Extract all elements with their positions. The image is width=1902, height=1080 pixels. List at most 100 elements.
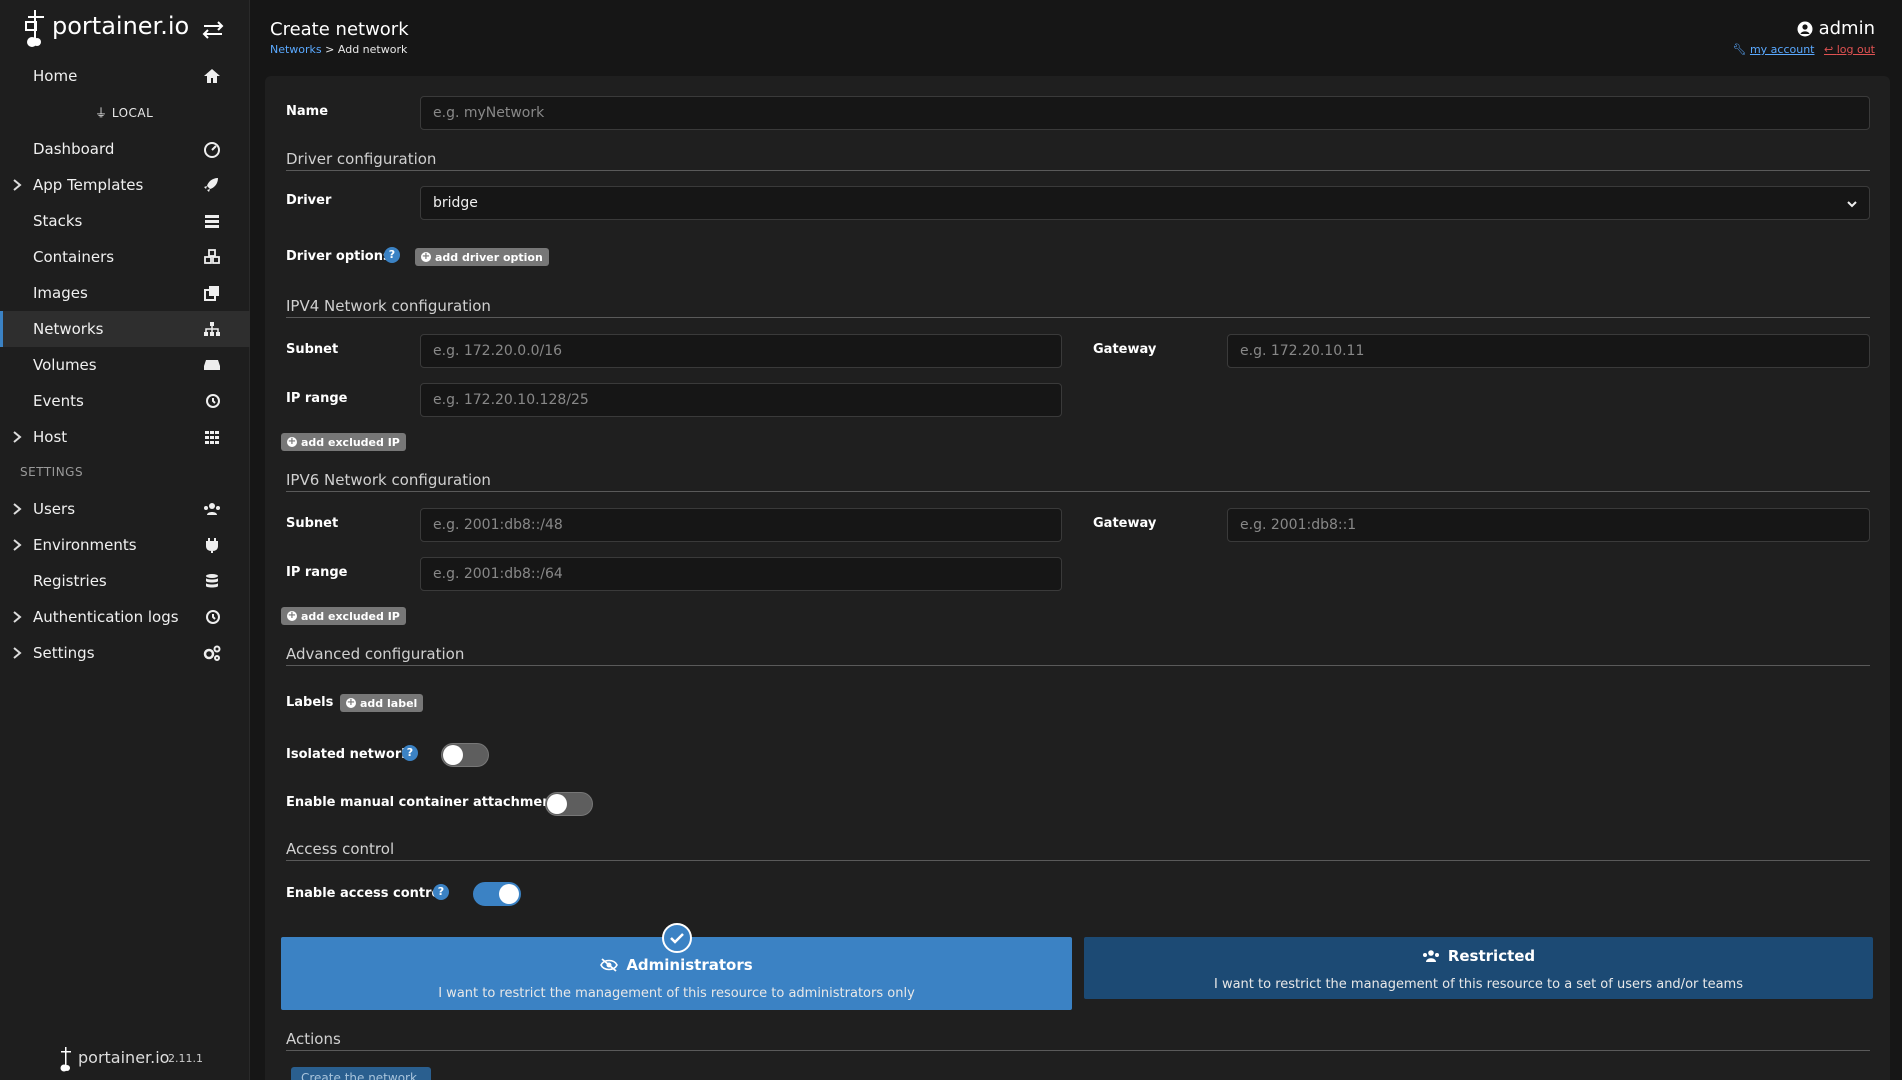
breadcrumb: Networks > Add network bbox=[270, 43, 407, 56]
grid-icon bbox=[205, 431, 219, 444]
sidebar-item-networks[interactable]: Networks bbox=[0, 311, 250, 347]
sidebar-item-app-templates[interactable]: App Templates bbox=[0, 167, 250, 203]
ipv6-subnet-input[interactable] bbox=[420, 508, 1062, 542]
database-icon bbox=[206, 574, 218, 588]
history-icon bbox=[206, 394, 220, 408]
toggle-knob bbox=[443, 745, 463, 765]
sidebar-item-label: Events bbox=[33, 392, 84, 410]
sidebar-item-label: App Templates bbox=[33, 176, 144, 194]
ipv4-gateway-input[interactable] bbox=[1227, 334, 1870, 368]
dashboard-icon bbox=[204, 142, 220, 158]
ipv4-configuration-heading: IPV4 Network configuration bbox=[286, 297, 1870, 318]
manual-attachment-label: Enable manual container attachment bbox=[286, 795, 558, 810]
my-account-link[interactable]: my account bbox=[1750, 43, 1815, 56]
portainer-logo-icon bbox=[25, 10, 44, 47]
sidebar-item-dashboard[interactable]: Dashboard bbox=[0, 131, 250, 167]
brand-name: portainer.io bbox=[52, 12, 190, 40]
question-circle-icon[interactable]: ? bbox=[433, 884, 449, 900]
sidebar-item-label: Registries bbox=[33, 572, 107, 590]
sidebar-item-label: Host bbox=[33, 428, 68, 446]
sidebar-item-home[interactable]: Home bbox=[0, 58, 250, 94]
sidebar-item-users[interactable]: Users bbox=[0, 491, 250, 527]
eye-slash-icon bbox=[600, 958, 619, 972]
plus-circle-icon: + bbox=[287, 610, 297, 621]
sidebar-item-label: Images bbox=[33, 284, 88, 302]
driver-select-value: bridge bbox=[433, 195, 478, 211]
sidebar-item-environments[interactable]: Environments bbox=[0, 527, 250, 563]
user-name: admin bbox=[1732, 18, 1875, 39]
chevron-right-icon bbox=[13, 647, 22, 659]
chevron-right-icon bbox=[13, 431, 22, 443]
driver-options-label: Driver options bbox=[286, 249, 391, 264]
sidebar-item-label: Volumes bbox=[33, 356, 97, 374]
access-control-heading: Access control bbox=[286, 840, 1870, 861]
sidebar: portainer.io Home ⏚ LOCAL Dashboard App … bbox=[0, 0, 250, 1080]
footer-brand: portainer.io 2.11.1 bbox=[58, 1044, 228, 1072]
driver-label: Driver bbox=[286, 193, 332, 208]
users-icon bbox=[1422, 950, 1439, 962]
environment-label: ⏚ LOCAL bbox=[95, 106, 154, 120]
add-excluded-ip-v4-button[interactable]: + add excluded IP bbox=[281, 433, 406, 451]
toggle-knob bbox=[547, 794, 567, 814]
user-links: 🔧︎ my account ↩ log out bbox=[1732, 43, 1875, 56]
home-icon bbox=[204, 69, 220, 83]
chevron-right-icon bbox=[13, 611, 22, 623]
selected-check-icon bbox=[662, 923, 692, 953]
add-label-button[interactable]: + add label bbox=[340, 694, 424, 712]
toggle-knob bbox=[499, 884, 519, 904]
sidebar-item-registries[interactable]: Registries bbox=[0, 563, 250, 599]
question-circle-icon[interactable]: ? bbox=[402, 745, 418, 761]
sidebar-item-authentication-logs[interactable]: Authentication logs bbox=[0, 599, 250, 635]
driver-select[interactable]: bridge bbox=[420, 186, 1870, 220]
plus-circle-icon: + bbox=[287, 436, 297, 447]
ipv6-range-input[interactable] bbox=[420, 557, 1062, 591]
question-circle-icon[interactable]: ? bbox=[384, 247, 400, 263]
chevron-right-icon bbox=[13, 539, 22, 551]
breadcrumb-current: Add network bbox=[337, 43, 408, 56]
history-icon bbox=[206, 610, 220, 624]
sidebar-item-images[interactable]: Images bbox=[0, 275, 250, 311]
breadcrumb-networks-link[interactable]: Networks bbox=[270, 43, 322, 56]
ipv6-gateway-input[interactable] bbox=[1227, 508, 1870, 542]
hdd-icon bbox=[204, 360, 220, 370]
footer-brand-name: portainer.io bbox=[78, 1048, 170, 1067]
sidebar-item-events[interactable]: Events bbox=[0, 383, 250, 419]
clone-icon bbox=[204, 286, 219, 301]
sidebar-item-label: Dashboard bbox=[33, 140, 115, 158]
manual-attachment-toggle[interactable] bbox=[545, 792, 593, 816]
add-excluded-ip-v6-button[interactable]: + add excluded IP bbox=[281, 607, 406, 625]
ipv4-range-label: IP range bbox=[286, 391, 348, 406]
sidebar-item-containers[interactable]: Containers bbox=[0, 239, 250, 275]
ipv6-subnet-label: Subnet bbox=[286, 516, 339, 531]
ipv4-gateway-label: Gateway bbox=[1093, 342, 1157, 357]
access-control-toggle[interactable] bbox=[473, 882, 521, 906]
wrench-icon: 🔧︎ bbox=[1732, 43, 1747, 56]
sidebar-item-label: Containers bbox=[33, 248, 115, 266]
page-title: Create network bbox=[270, 19, 409, 40]
rocket-icon bbox=[204, 178, 218, 192]
user-block: admin 🔧︎ my account ↩ log out bbox=[1732, 18, 1875, 56]
sign-out-icon: ↩ bbox=[1824, 43, 1837, 56]
sidebar-toggle-icon[interactable] bbox=[198, 18, 228, 42]
isolated-network-toggle[interactable] bbox=[441, 743, 489, 767]
restricted-description: I want to restrict the management of thi… bbox=[1213, 977, 1743, 992]
plus-circle-icon: + bbox=[421, 251, 431, 262]
add-driver-option-button[interactable]: + add driver option bbox=[415, 248, 549, 266]
plug-icon bbox=[206, 538, 218, 553]
create-network-button[interactable]: Create the network bbox=[291, 1067, 431, 1080]
sidebar-item-label: Stacks bbox=[33, 212, 83, 230]
administrators-title: Administrators bbox=[281, 956, 1072, 974]
sidebar-item-host[interactable]: Host bbox=[0, 419, 250, 455]
sidebar-item-settings[interactable]: Settings bbox=[0, 635, 250, 671]
chevron-right-icon bbox=[13, 503, 22, 515]
chevron-down-icon bbox=[1847, 201, 1857, 208]
sidebar-item-label: Networks bbox=[33, 320, 104, 338]
ipv4-subnet-input[interactable] bbox=[420, 334, 1062, 368]
name-input[interactable] bbox=[420, 96, 1870, 130]
sidebar-item-volumes[interactable]: Volumes bbox=[0, 347, 250, 383]
log-out-link[interactable]: ↩ log out bbox=[1824, 43, 1875, 56]
sidebar-item-stacks[interactable]: Stacks bbox=[0, 203, 250, 239]
actions-heading: Actions bbox=[286, 1030, 1870, 1051]
ipv4-range-input[interactable] bbox=[420, 383, 1062, 417]
restricted-option[interactable]: Restricted I want to restrict the manage… bbox=[1084, 937, 1873, 999]
